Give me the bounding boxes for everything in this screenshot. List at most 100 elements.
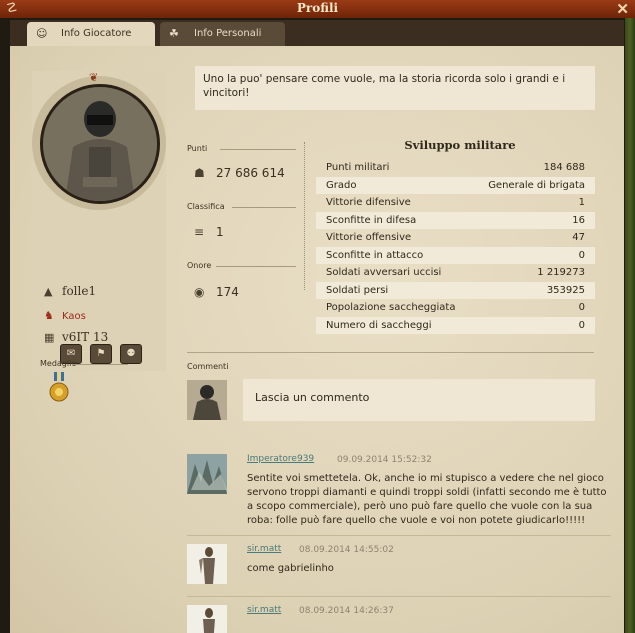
honor-row: ◉ 174 [194,285,239,299]
military-row: Popolazione saccheggiata 0 [316,299,595,317]
comment-item: Imperatore939 09.09.2014 15:52:32 Sentit… [187,454,611,534]
medals-divider [72,364,128,365]
military-row-value: Generale di brigata [488,179,585,191]
player-motto: Uno la puo' pensare come vuole, ma la st… [195,66,595,110]
military-row-label: Soldati persi [326,284,389,296]
honor-value: 174 [216,285,239,299]
points-divider [220,149,296,150]
comment-date: 08.09.2014 14:55:02 [299,545,394,555]
background-map-strip [625,18,635,633]
alliance-name[interactable]: Kaos [62,311,86,322]
alliance-row[interactable]: ♞ Kaos [44,309,86,322]
comment-text: Sentite voi smettetela. Ok, anche io mi … [247,473,607,526]
invite-icon: ⚑ [96,348,106,359]
world-name: v6IT 13 [62,330,109,344]
alliance-icon: ♞ [44,309,54,322]
eye-icon: ◉ [194,285,205,299]
tab-info-personali[interactable]: ☘ Info Personali [160,22,285,46]
military-row-label: Vittorie difensive [326,197,411,209]
military-title: Sviluppo militare [404,138,516,152]
military-row-value: 353925 [546,284,585,296]
military-row-value: 0 [578,302,585,314]
player-icon: ☺ [36,27,48,40]
comment-text: come gabrielinho [247,563,334,574]
points-value: 27 686 614 [216,166,285,180]
comment-author[interactable]: sir.matt [247,605,281,615]
military-row-value: 16 [572,214,585,226]
player-card: ❦ ▲ folle1 ♞ Kaos ▦ v6IT 13 [32,71,166,371]
points-label: Punti [187,144,208,153]
tab-bar: ☺ Info Giocatore ☘ Info Personali [10,20,624,46]
military-row: Grado Generale di brigata [316,176,595,194]
medal-icon[interactable] [48,372,70,404]
title-bar: ☡ Profili ✕ [0,0,635,19]
world-row: ▦ v6IT 13 [44,330,108,344]
military-row-label: Vittorie offensive [326,232,412,244]
rank-row: ≡ 1 [194,225,224,239]
stats-separator [304,142,306,290]
comments-label: Commenti [187,362,229,371]
military-row-value: 47 [572,232,585,244]
comment-input[interactable]: Lascia un commento [243,379,595,421]
military-row-value: 184 688 [543,162,585,174]
comment-item: sir.matt 08.09.2014 14:55:02 come gabrie… [187,544,611,590]
rank-label: Classifica [187,202,225,211]
comment-item: sir.matt 08.09.2014 14:26:37 [187,605,611,633]
tab-info-giocatore[interactable]: ☺ Info Giocatore [27,22,155,46]
tab-label: Info Giocatore [61,28,132,39]
honor-label: Onore [187,261,212,270]
military-row: Sconfitte in attacco 0 [316,246,595,264]
commenter-avatar[interactable] [187,454,227,494]
points-row: ☗ 27 686 614 [194,166,285,180]
profile-content: ❦ ▲ folle1 ♞ Kaos ▦ v6IT 13 ✉ ⚑ ⚉ Medaglie [10,46,624,633]
invite-button[interactable]: ⚑ [90,344,112,364]
soldier-portrait [43,87,157,201]
comment-separator [187,596,611,597]
close-icon[interactable]: ✕ [616,0,629,18]
comment-date: 08.09.2014 14:26:37 [299,606,394,616]
military-row-value: 1 [578,197,585,209]
comment-separator [187,535,611,536]
military-row-value: 1 219273 [537,267,585,279]
military-row-label: Soldati avversari uccisi [326,267,442,279]
crest-icon: ❦ [89,71,99,84]
comment-date: 09.09.2014 15:52:32 [337,455,432,465]
military-row: Vittorie difensive 1 [316,194,595,212]
military-row-label: Punti militari [326,162,390,174]
comment-author[interactable]: sir.matt [247,544,281,554]
medals-label: Medaglie [40,359,77,368]
military-row: Vittorie offensive 47 [316,229,595,247]
friend-button[interactable]: ⚉ [120,344,142,364]
commenter-avatar[interactable] [187,544,227,584]
rank-value: 1 [216,225,224,239]
player-name: folle1 [62,284,97,298]
points-icon: ☗ [194,166,205,180]
rank-divider [232,207,296,208]
military-row: Punti militari 184 688 [316,159,595,177]
military-row-label: Grado [326,179,357,191]
military-row-label: Popolazione saccheggiata [326,302,456,314]
section-divider [187,352,594,353]
military-row-value: 0 [578,249,585,261]
commenter-avatar[interactable] [187,605,227,633]
military-row: Soldati persi 353925 [316,281,595,299]
military-row: Sconfitte in difesa 16 [316,211,595,229]
military-table: Punti militari 184 688 Grado Generale di b… [316,159,595,334]
military-row: Numero di saccheggi 0 [316,316,595,334]
friends-icon: ⚉ [126,348,136,359]
personal-icon: ☘ [169,27,179,40]
message-icon: ✉ [66,348,76,359]
honor-divider [216,266,296,267]
avatar [40,84,160,204]
military-row-label: Sconfitte in attacco [326,249,424,261]
military-row-value: 0 [578,319,585,331]
own-avatar [187,380,227,420]
military-row: Soldati avversari uccisi 1 219273 [316,264,595,282]
comment-author[interactable]: Imperatore939 [247,454,314,464]
ranking-icon: ≡ [194,225,205,239]
tab-label: Info Personali [194,28,262,39]
military-row-label: Sconfitte in difesa [326,214,417,226]
military-row-label: Numero di saccheggi [326,319,432,331]
world-icon: ▦ [44,331,55,344]
player-name-row: ▲ folle1 [44,284,96,298]
